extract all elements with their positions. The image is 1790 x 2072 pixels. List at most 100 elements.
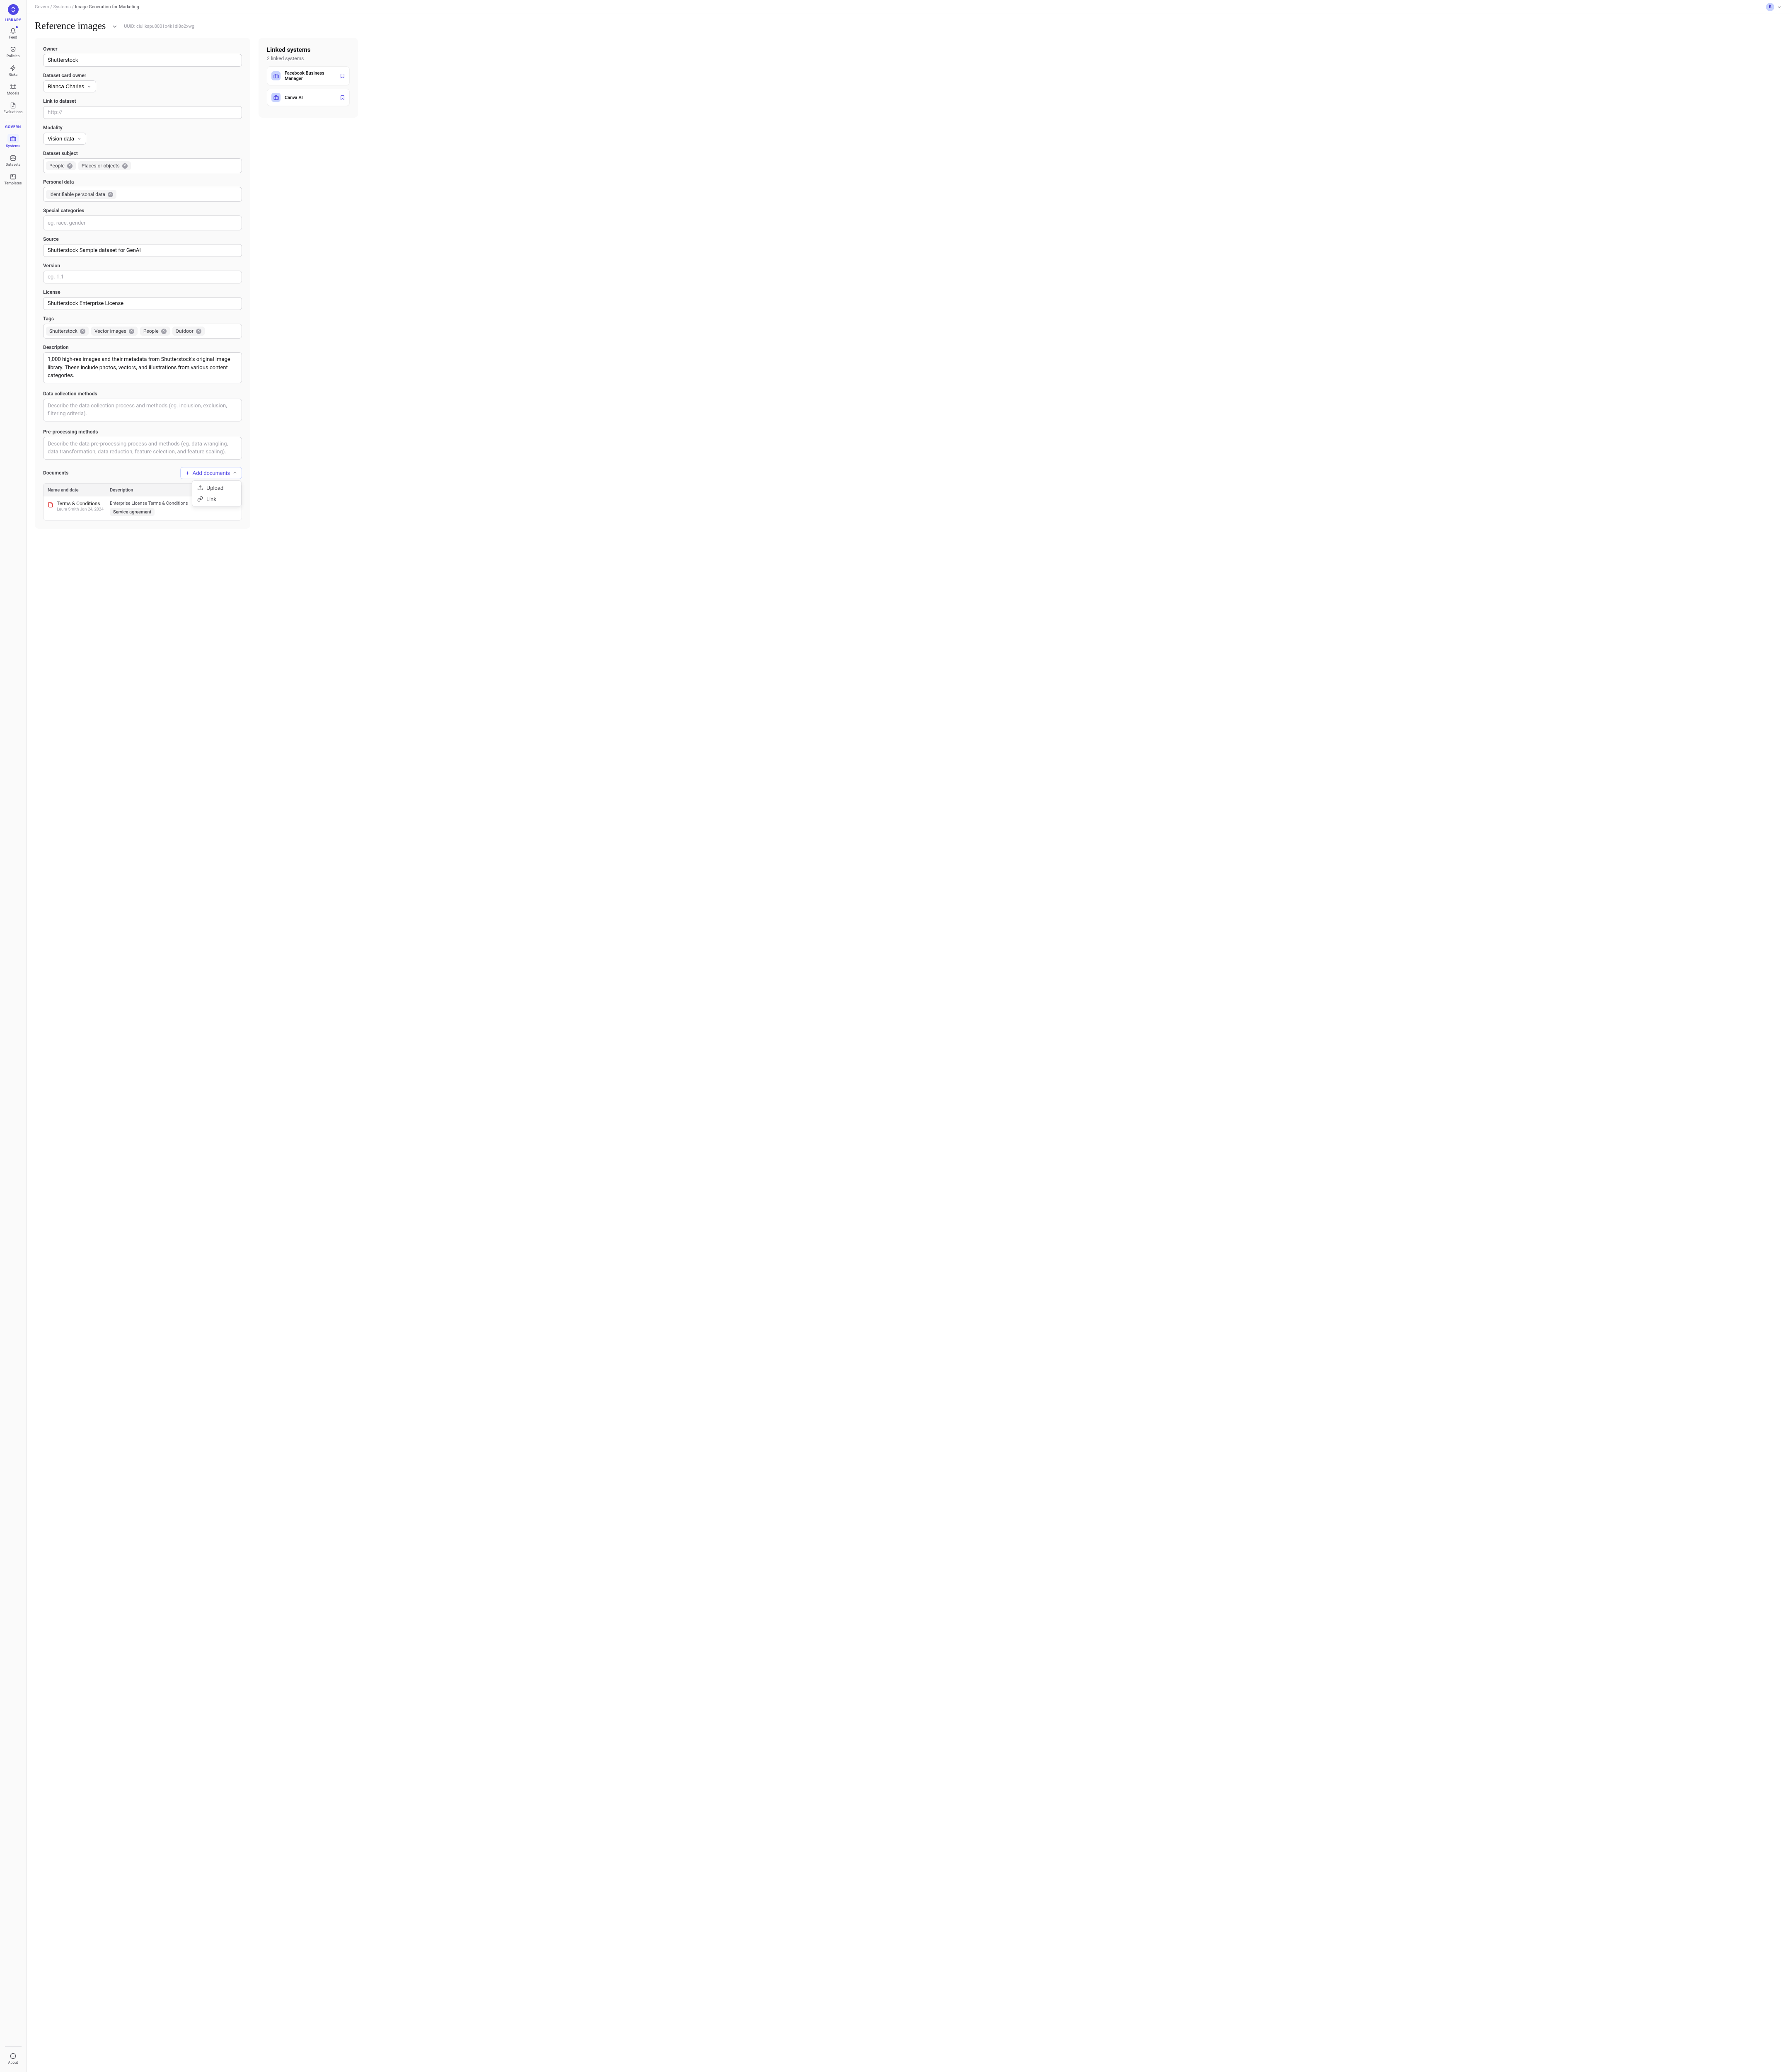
dropdown-link[interactable]: Link [194,494,239,505]
nav-item-policies[interactable]: Policies [0,43,26,61]
breadcrumb-systems[interactable]: Systems [53,4,71,10]
chevron-down-icon [1777,5,1782,10]
tags-tag-input[interactable]: Shutterstock✕ Vector images✕ People✕ Out… [43,324,242,339]
version-input[interactable] [43,271,242,283]
source-input[interactable] [43,244,242,257]
nav-item-feed[interactable]: Feed [0,24,26,43]
breadcrumb-govern[interactable]: Govern [35,4,49,10]
linked-systems-count: 2 linked systems [267,56,350,61]
breadcrumb: Govern / Systems / Image Generation for … [35,4,139,10]
template-icon [10,173,17,180]
owner-input[interactable] [43,54,242,67]
documents-heading: Documents [43,470,68,476]
description-label: Description [43,344,242,350]
special-tag-input[interactable]: eg. race, gender [43,215,242,230]
link-icon [197,496,203,502]
modality-select[interactable]: Vision data [43,133,86,145]
add-documents-button[interactable]: Add documents Upload Link [180,467,242,479]
special-label: Special categories [43,208,242,213]
upload-icon [197,485,203,491]
col-name-date: Name and date [48,487,110,493]
sidebar: LIBRARY Feed Policies Risks [0,0,27,2072]
personal-tag-input[interactable]: Identifiable personal data✕ [43,187,242,202]
tag-vector-images: Vector images✕ [91,327,138,336]
tags-label: Tags [43,316,242,322]
remove-tag-icon[interactable]: ✕ [80,329,85,334]
page-title: Reference images [35,21,106,32]
personal-label: Personal data [43,179,242,185]
pdf-icon [48,501,53,508]
shield-check-icon [10,46,17,53]
preprocess-label: Pre-processing methods [43,429,242,435]
owner-label: Owner [43,46,242,52]
dropdown-upload[interactable]: Upload [194,482,239,494]
tag-people: People✕ [46,161,76,170]
nav-item-about[interactable]: About [0,2049,26,2068]
card-owner-select[interactable]: Bianca Charles [43,80,96,92]
linked-systems-panel: Linked systems 2 linked systems Facebook… [259,38,358,118]
tag-outdoor: Outdoor✕ [172,327,205,336]
breadcrumb-current: Image Generation for Marketing [75,4,139,10]
remove-tag-icon[interactable]: ✕ [196,329,201,334]
briefcase-icon [271,71,281,80]
uuid-display: UUID: cluilkapu0001o4k1dl8o2xwg [124,24,194,29]
nav-item-risks[interactable]: Risks [0,61,26,80]
doc-meta: Laura Smith Jan 24, 2024 [57,507,104,512]
subject-label: Dataset subject [43,150,242,156]
briefcase-icon [271,93,281,102]
dataset-form-panel: Owner Dataset card owner Bianca Charles … [35,38,250,529]
chevron-up-icon [232,470,237,475]
remove-tag-icon[interactable]: ✕ [129,329,134,334]
link-label: Link to dataset [43,98,242,104]
info-icon [10,2052,17,2060]
description-textarea[interactable] [43,352,242,383]
nav-item-datasets[interactable]: Datasets [0,151,26,170]
bell-icon [10,27,17,34]
database-icon [10,154,17,162]
modality-label: Modality [43,125,242,131]
tag-shutterstock: Shutterstock✕ [46,327,89,336]
avatar: K [1766,3,1774,11]
tag-places-objects: Places or objects✕ [78,161,131,170]
link-input [43,106,242,119]
remove-tag-icon[interactable]: ✕ [161,329,167,334]
topbar: Govern / Systems / Image Generation for … [27,0,1790,14]
lightning-icon [10,64,17,72]
remove-tag-icon[interactable]: ✕ [108,192,113,197]
tag-people: People✕ [140,327,170,336]
nav-item-templates[interactable]: Templates [0,170,26,189]
plus-icon [185,470,190,476]
license-label: License [43,289,242,295]
collection-textarea[interactable] [43,399,242,421]
preprocess-textarea[interactable] [43,437,242,460]
briefcase-icon [10,135,17,142]
tag-identifiable: Identifiable personal data✕ [46,190,116,199]
doc-badge: Service agreement [110,508,155,516]
nodes-icon [10,83,17,90]
nav-item-models[interactable]: Models [0,80,26,99]
notification-dot [16,26,18,28]
nav-item-evaluations[interactable]: Evaluations [0,99,26,117]
card-owner-label: Dataset card owner [43,73,242,78]
subject-tag-input[interactable]: People✕ Places or objects✕ [43,158,242,173]
bookmark-icon[interactable] [340,95,345,100]
version-label: Version [43,263,242,269]
chevron-down-icon [77,136,82,141]
bookmark-icon[interactable] [340,73,345,79]
chevron-down-icon [87,84,92,89]
user-menu[interactable]: K [1766,3,1782,11]
doc-name: Terms & Conditions [57,501,104,506]
linked-item-facebook[interactable]: Facebook Business Manager [267,66,350,85]
remove-tag-icon[interactable]: ✕ [122,163,128,169]
source-label: Source [43,236,242,242]
add-documents-dropdown: Upload Link [192,480,242,507]
nav-section-govern: GOVERN [5,125,21,129]
nav-item-systems[interactable]: Systems [0,131,26,151]
app-logo[interactable] [8,4,19,15]
title-chevron-icon[interactable] [111,23,118,30]
file-check-icon [10,102,17,109]
collection-label: Data collection methods [43,391,242,397]
remove-tag-icon[interactable]: ✕ [67,163,73,169]
license-input[interactable] [43,297,242,310]
linked-item-canva[interactable]: Canva AI [267,89,350,106]
